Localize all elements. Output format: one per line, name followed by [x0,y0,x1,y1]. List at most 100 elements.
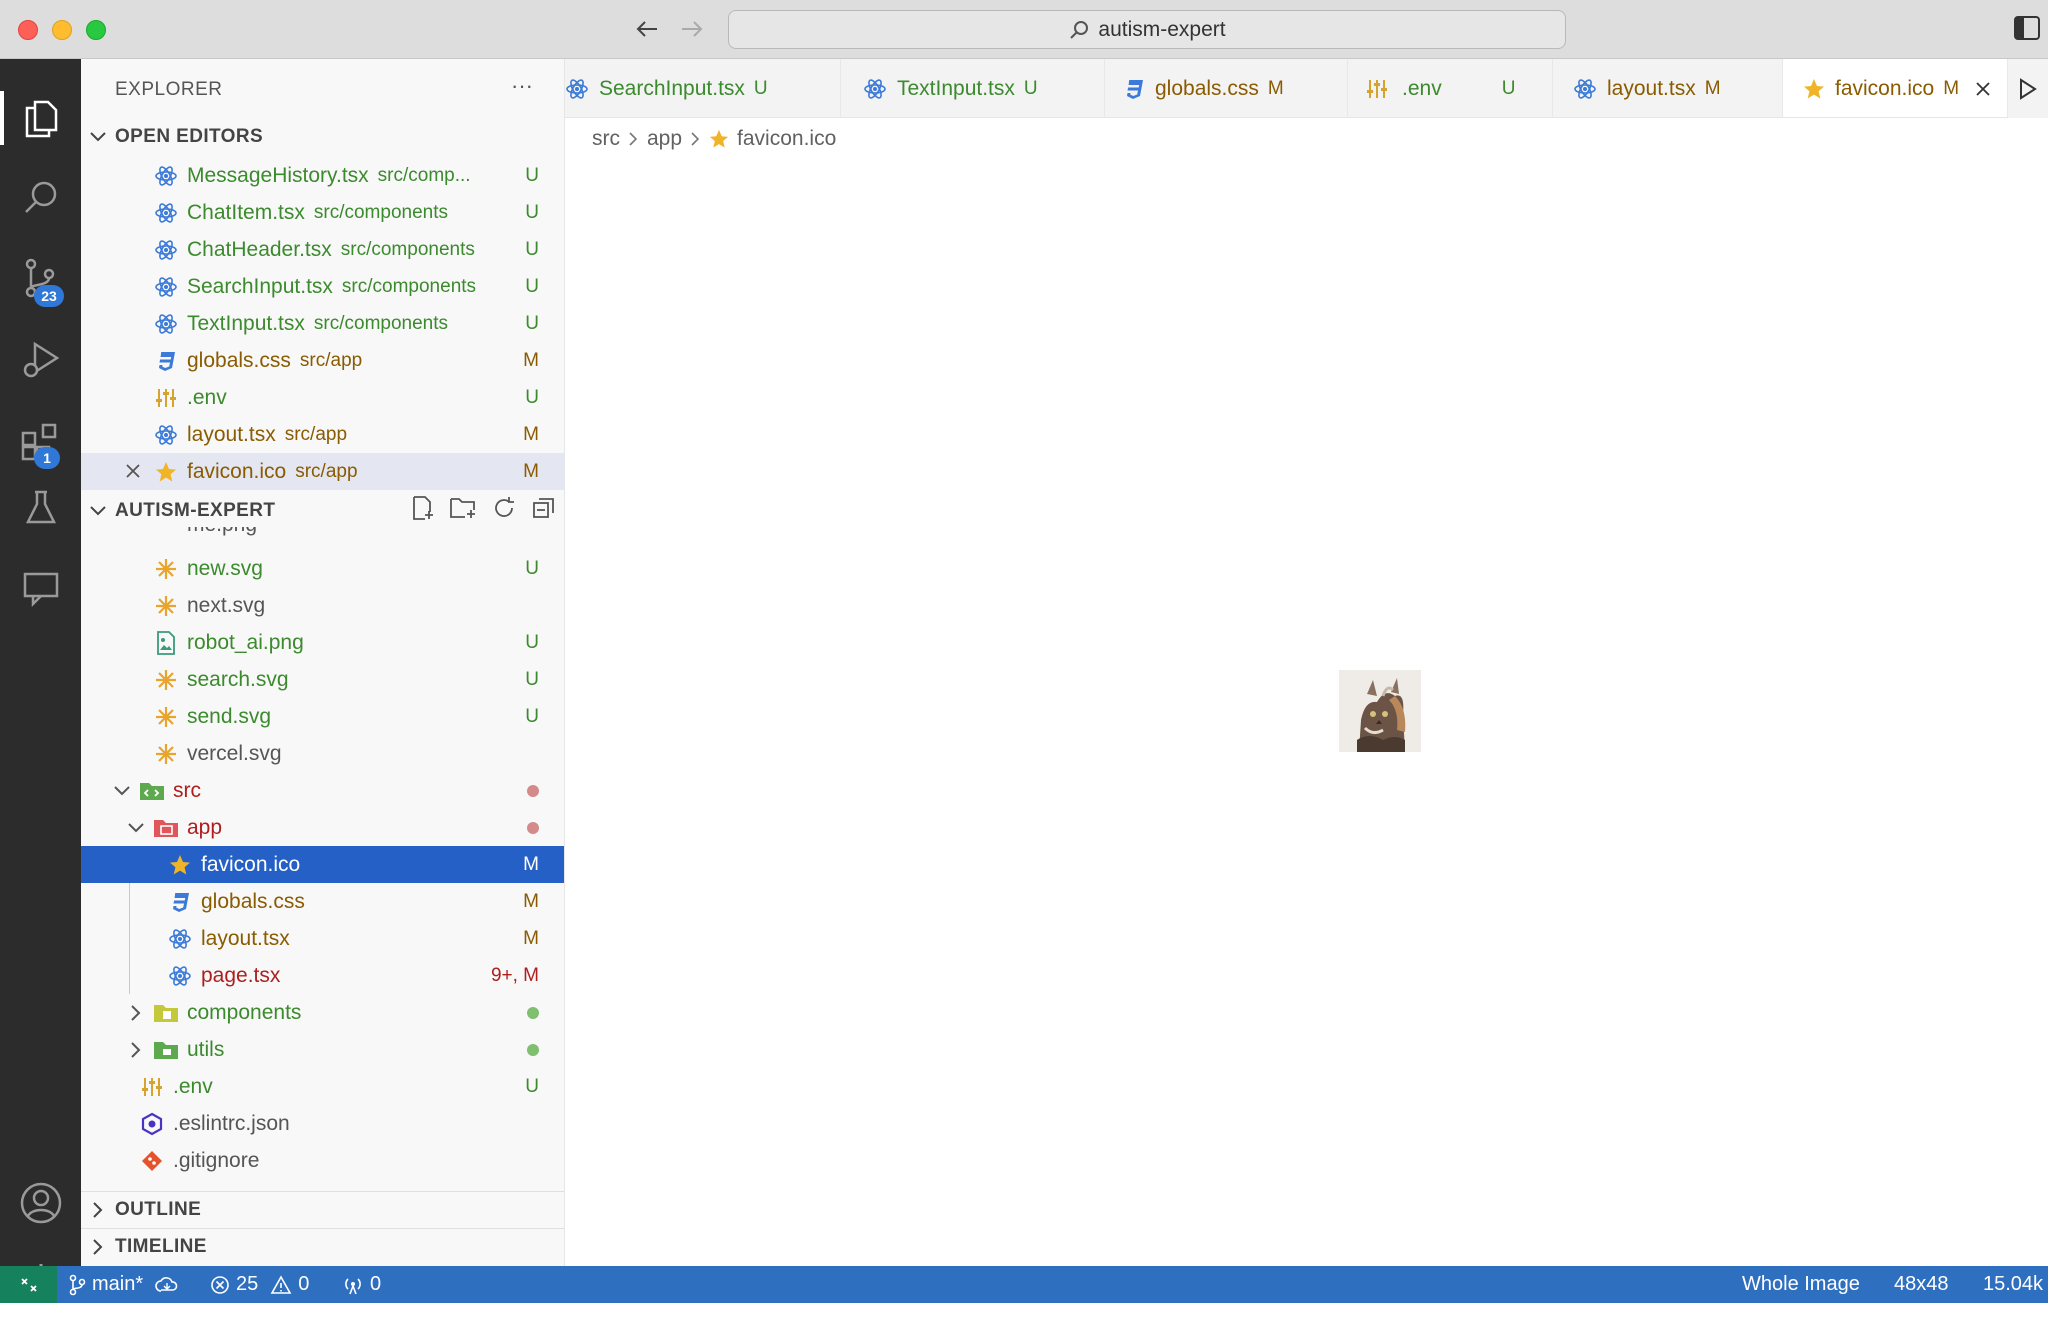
file-item[interactable]: new.svg U [81,550,564,587]
collapse-all-icon[interactable] [531,495,557,527]
toggle-sidebar-icon[interactable] [2014,16,2042,42]
file-item-selected[interactable]: favicon.ico M [81,846,564,883]
tab-label: favicon.ico [1835,77,1935,100]
open-editor-item-active[interactable]: favicon.ico src/app M [81,453,564,490]
new-file-icon[interactable] [409,495,435,527]
forward-arrow-icon[interactable] [677,14,707,44]
outline-header[interactable]: OUTLINE [81,1191,564,1228]
open-editor-item[interactable]: layout.tsx src/app M [81,416,564,453]
file-item-partial[interactable]: me.png [81,527,564,551]
folder-components[interactable]: components [81,994,564,1031]
git-status: U [525,238,539,260]
git-status: U [525,275,539,297]
back-arrow-icon[interactable] [632,14,662,44]
close-icon[interactable] [125,463,141,479]
timeline-header[interactable]: TIMELINE [81,1228,564,1265]
favicon-image-preview[interactable] [1339,670,1421,752]
command-center-search[interactable]: autism-expert [728,10,1566,49]
breadcrumb-item[interactable]: app [647,127,682,151]
timeline-label: TIMELINE [115,1235,207,1257]
tab-textinput[interactable]: TextInput.tsx U [841,59,1105,117]
env-icon [153,385,179,411]
tab-status: U [753,77,768,99]
breadcrumb-item[interactable]: src [592,127,620,151]
testing-flask-icon[interactable] [0,469,81,547]
open-editor-item[interactable]: MessageHistory.tsx src/comp... U [81,157,564,194]
file-item[interactable]: .env U [81,1068,564,1105]
svg-file-icon [153,556,179,582]
ports-status[interactable]: 0 [342,1266,381,1303]
search-icon[interactable] [0,159,81,237]
error-count: 25 [236,1273,259,1295]
tab-layout[interactable]: layout.tsx M [1553,59,1783,117]
more-actions-button[interactable]: ··· [511,73,533,99]
open-editor-item[interactable]: TextInput.tsx src/components U [81,305,564,342]
image-file-icon [153,630,179,656]
command-center-label: autism-expert [1098,17,1226,41]
account-icon[interactable] [0,1164,81,1242]
source-control-icon[interactable]: 23 [0,239,81,317]
file-item[interactable]: globals.css M [81,883,564,920]
file-name: .env [187,385,227,409]
file-item[interactable]: next.svg [81,587,564,624]
tab-label: SearchInput.tsx [599,76,745,100]
open-editor-item[interactable]: SearchInput.tsx src/components U [81,268,564,305]
file-path: src/components [340,238,475,260]
tab-globals-css[interactable]: globals.css M [1105,59,1348,117]
open-editor-item[interactable]: ChatItem.tsx src/components U [81,194,564,231]
breadcrumb-item[interactable]: favicon.ico [737,127,836,151]
folder-app[interactable]: app [81,809,564,846]
tab-label: layout.tsx [1607,76,1696,100]
git-status: M [523,349,539,371]
open-editor-item[interactable]: globals.css src/app M [81,342,564,379]
eslint-icon [139,1111,165,1137]
branch-status[interactable]: main* [68,1266,179,1303]
open-editor-item[interactable]: ChatHeader.tsx src/components U [81,231,564,268]
extensions-badge: 1 [34,447,60,469]
warning-count: 0 [298,1273,310,1295]
file-name: next.svg [187,593,266,617]
close-tab-icon[interactable] [1975,81,1991,97]
remote-indicator-icon[interactable] [0,1266,57,1303]
run-debug-icon[interactable] [0,321,81,399]
file-name: favicon.ico [201,852,301,876]
folder-src[interactable]: src [81,772,564,809]
file-item[interactable]: send.svg U [81,698,564,735]
branch-name: main* [92,1273,144,1295]
chevron-right-icon [691,132,700,146]
file-item[interactable]: search.svg U [81,661,564,698]
file-path: src/components [341,275,477,297]
new-folder-icon[interactable] [449,495,477,527]
file-name: MessageHistory.tsx [187,163,369,187]
file-item[interactable]: page.tsx 9+, M [81,957,564,994]
open-editors-label: OPEN EDITORS [115,125,264,147]
refresh-icon[interactable] [491,495,517,527]
tab-favicon-active[interactable]: favicon.ico M [1783,59,2008,117]
explorer-icon[interactable] [0,79,81,157]
git-status: U [525,668,539,690]
folder-utils[interactable]: utils [81,1031,564,1068]
chat-icon[interactable] [0,549,81,627]
tab-searchinput[interactable]: SearchInput.tsx U [565,59,841,117]
tab-env[interactable]: .env U [1348,59,1553,117]
image-zoom-mode[interactable]: Whole Image [1742,1266,1860,1303]
css-icon [167,889,193,915]
open-editor-item[interactable]: .env U [81,379,564,416]
file-item[interactable]: vercel.svg [81,735,564,772]
sync-cloud-icon[interactable] [155,1276,179,1294]
project-header[interactable]: AUTISM-EXPERT [81,492,564,529]
modified-dot [527,821,539,834]
react-icon [153,422,179,448]
git-status: M [523,423,539,445]
zoom-window-button[interactable] [86,20,106,40]
file-item[interactable]: layout.tsx M [81,920,564,957]
run-play-icon[interactable] [2008,59,2048,118]
file-item[interactable]: .gitignore [81,1142,564,1179]
file-item[interactable]: robot_ai.png U [81,624,564,661]
problems-status[interactable]: 25 0 [210,1266,309,1303]
close-window-button[interactable] [18,20,38,40]
file-item[interactable]: .eslintrc.json [81,1105,564,1142]
broadcast-icon [342,1275,364,1295]
open-editors-header[interactable]: OPEN EDITORS [81,118,564,155]
minimize-window-button[interactable] [52,20,72,40]
